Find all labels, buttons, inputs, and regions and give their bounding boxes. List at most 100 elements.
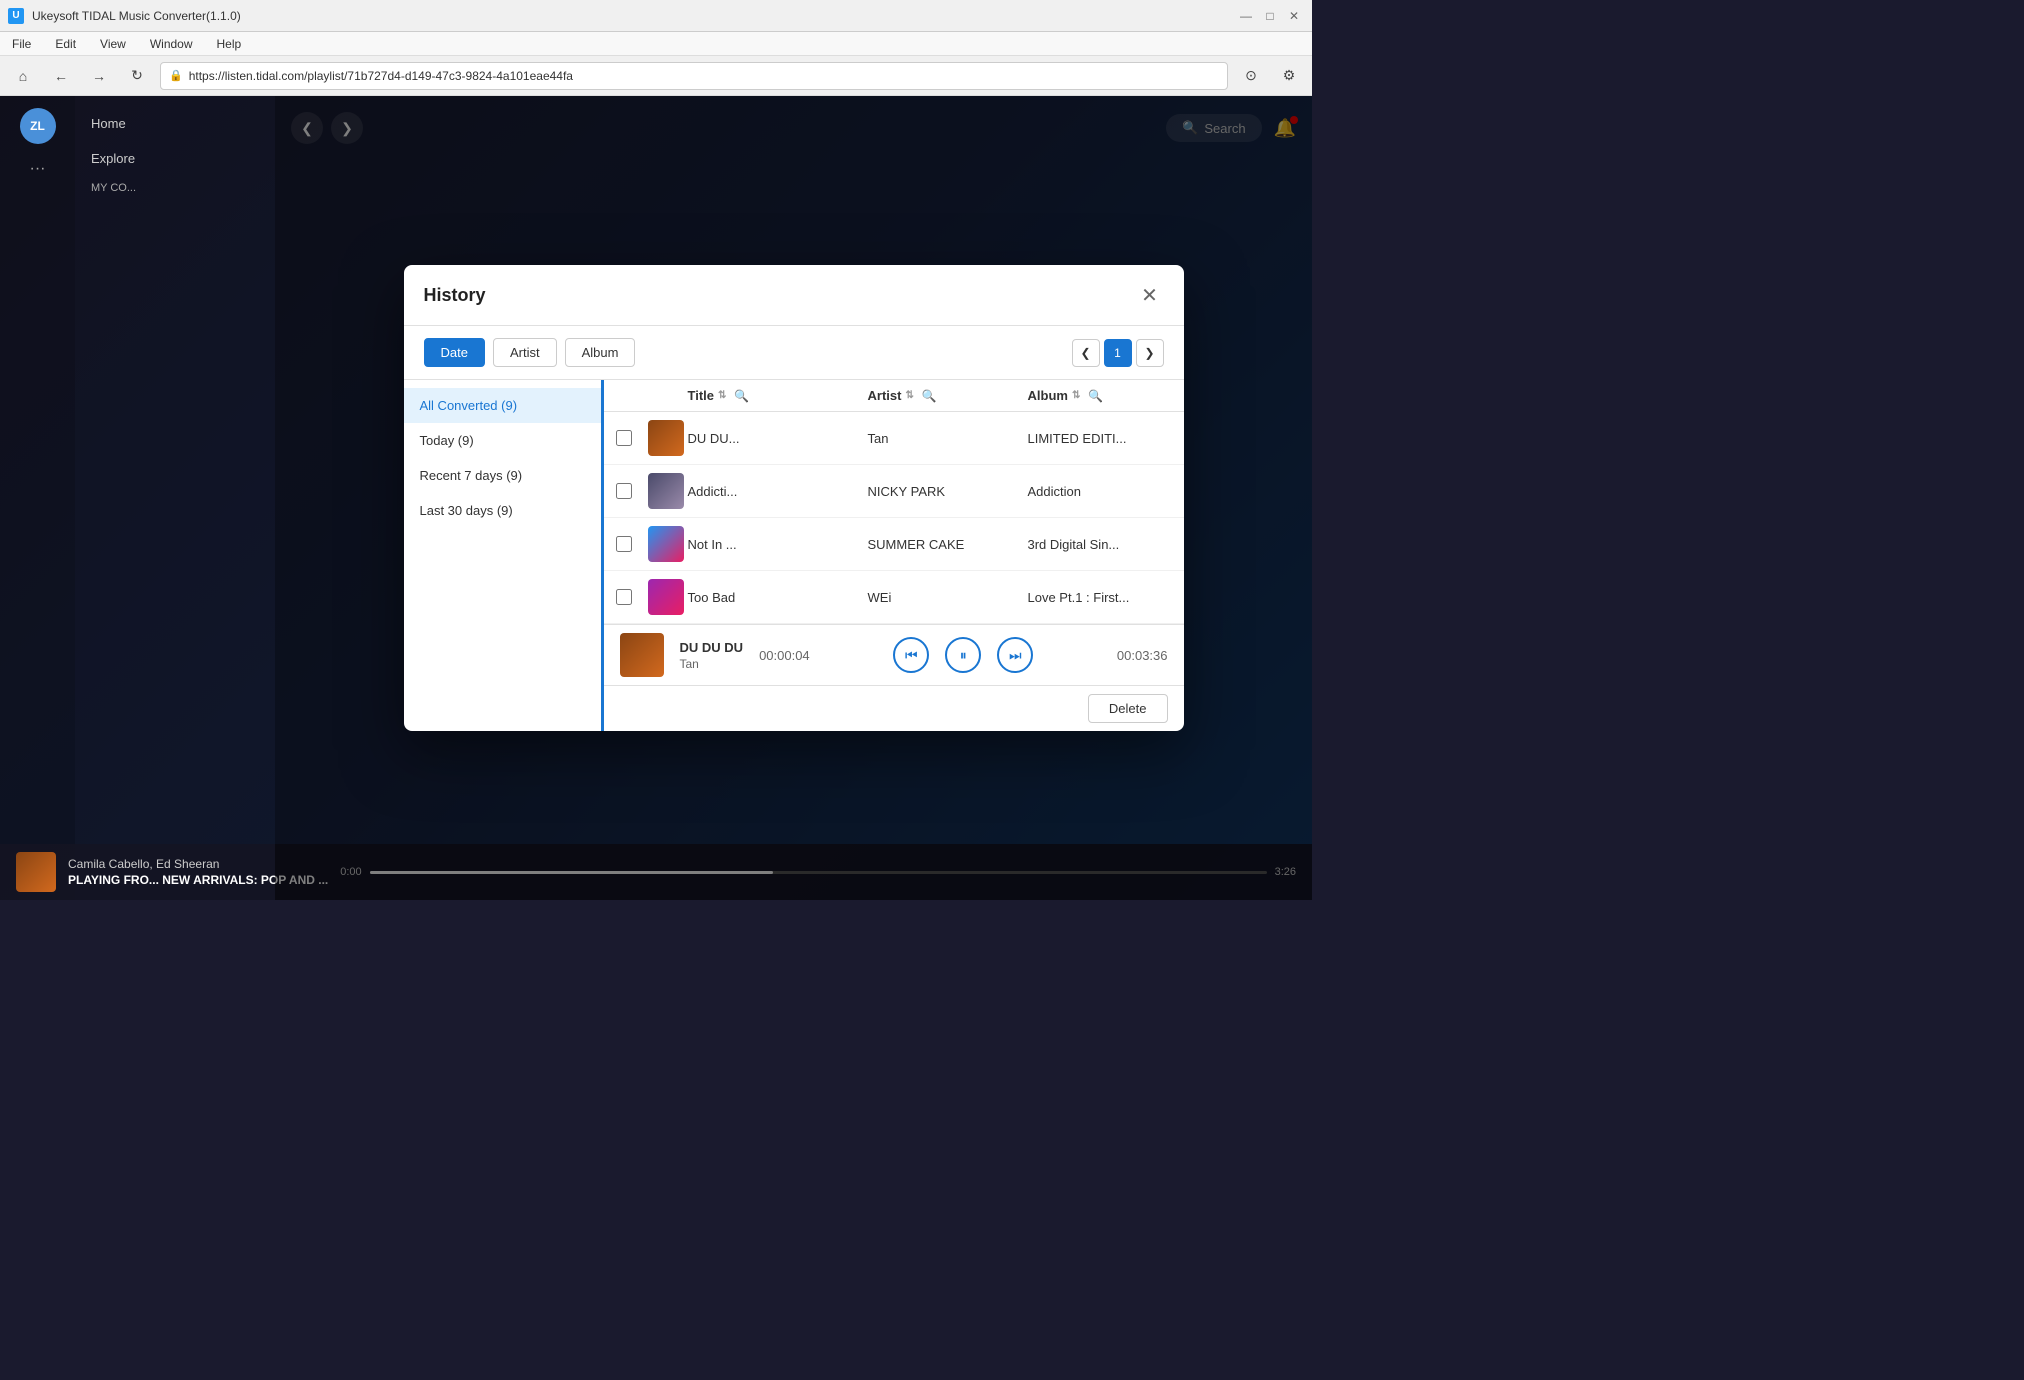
row-4-checkbox[interactable] <box>616 589 632 605</box>
row-4-title: Too Bad <box>688 590 868 605</box>
menu-help[interactable]: Help <box>213 35 246 53</box>
window-controls: — □ ✕ <box>1236 6 1304 26</box>
menu-window[interactable]: Window <box>146 35 197 53</box>
minimize-button[interactable]: — <box>1236 6 1256 26</box>
address-bar[interactable]: 🔒 https://listen.tidal.com/playlist/71b7… <box>160 62 1228 90</box>
modal-player-bar: DU DU DU Tan 00:00:04 ⏮ ⏸ ⏭ 00:03:36 <box>604 624 1184 685</box>
player-info: DU DU DU Tan <box>680 640 744 671</box>
row-3-title: Not In ... <box>688 537 868 552</box>
forward-button[interactable]: → <box>84 61 114 91</box>
lock-icon: 🔒 <box>169 69 183 82</box>
refresh-button[interactable]: ↻ <box>122 61 152 91</box>
player-controls: ⏮ ⏸ ⏭ <box>826 637 1101 673</box>
delete-all-button[interactable]: Delete <box>1088 694 1168 723</box>
tab-album[interactable]: Album <box>565 338 636 367</box>
row-1-title: DU DU... <box>688 431 868 446</box>
bottom-thumbnail <box>16 852 56 892</box>
row-3-album: 3rd Digital Sin... <box>1028 537 1184 552</box>
tab-artist[interactable]: Artist <box>493 338 557 367</box>
modal-header: History ✕ <box>404 265 1184 326</box>
player-next-button[interactable]: ⏭ <box>997 637 1033 673</box>
table-body: DU DU... Tan LIMITED EDITI... 00:03:37 ▐… <box>604 412 1184 624</box>
app-icon: U <box>8 8 24 24</box>
home-button[interactable]: ⌂ <box>8 61 38 91</box>
table-row: Not In ... SUMMER CAKE 3rd Digital Sin..… <box>604 518 1184 571</box>
artist-sort-icon[interactable]: ⇅ <box>905 390 913 401</box>
sidebar-more[interactable]: ··· <box>30 160 46 178</box>
toolbar: ⌂ ← → ↻ 🔒 https://listen.tidal.com/playl… <box>0 56 1312 96</box>
settings-button[interactable]: ⚙ <box>1274 61 1304 91</box>
album-search-icon[interactable]: 🔍 <box>1088 389 1103 403</box>
nav-last-30days[interactable]: Last 30 days (9) <box>404 493 601 528</box>
nav-recent-7days[interactable]: Recent 7 days (9) <box>404 458 601 493</box>
artist-search-icon[interactable]: 🔍 <box>922 389 937 403</box>
row-4-thumbnail <box>648 579 684 615</box>
nav-today[interactable]: Today (9) <box>404 423 601 458</box>
album-sort-icon[interactable]: ⇅ <box>1072 390 1080 401</box>
modal-close-button[interactable]: ✕ <box>1136 281 1164 309</box>
menubar: File Edit View Window Help <box>0 32 1312 56</box>
close-button[interactable]: ✕ <box>1284 6 1304 26</box>
left-nav: Home Explore MY CO... <box>75 96 275 900</box>
nav-my-collection: MY CO... <box>75 178 275 198</box>
nav-explore[interactable]: Explore <box>75 143 275 174</box>
row-2-thumbnail <box>648 473 684 509</box>
row-1-album: LIMITED EDITI... <box>1028 431 1184 446</box>
title-sort-icon[interactable]: ⇅ <box>718 390 726 401</box>
player-prev-button[interactable]: ⏮ <box>893 637 929 673</box>
main-content: ❮ ❯ 🔍 Search 🔔 <box>275 96 1312 900</box>
row-4-album: Love Pt.1 : First... <box>1028 590 1184 605</box>
modal-body: All Converted (9) Today (9) Recent 7 day… <box>404 380 1184 731</box>
titlebar: U Ukeysoft TIDAL Music Converter(1.1.0) … <box>0 0 1312 32</box>
menu-file[interactable]: File <box>8 35 35 53</box>
modal-footer: Delete <box>604 685 1184 731</box>
maximize-button[interactable]: □ <box>1260 6 1280 26</box>
col-artist: Artist ⇅ 🔍 <box>868 388 1028 403</box>
table-row: DU DU... Tan LIMITED EDITI... 00:03:37 ▐… <box>604 412 1184 465</box>
player-artist: Tan <box>680 657 744 671</box>
col-album: Album ⇅ 🔍 <box>1028 388 1184 403</box>
player-title: DU DU DU <box>680 640 744 655</box>
player-current-time: 00:00:04 <box>759 648 810 663</box>
pagination: ❮ 1 ❯ <box>1072 339 1164 367</box>
page-next-button[interactable]: ❯ <box>1136 339 1164 367</box>
modal-overlay: History ✕ Date Artist Album ❮ 1 ❯ <box>275 96 1312 900</box>
row-1-thumbnail <box>648 420 684 456</box>
modal-tabs: Date Artist Album ❮ 1 ❯ <box>404 326 1184 380</box>
menu-edit[interactable]: Edit <box>51 35 80 53</box>
modal-table-area: Title ⇅ 🔍 Artist ⇅ 🔍 A <box>604 380 1184 731</box>
col-title: Title ⇅ 🔍 <box>688 388 868 403</box>
modal-title: History <box>424 285 486 306</box>
sidebar: ZL ··· <box>0 96 75 900</box>
page-prev-button[interactable]: ❮ <box>1072 339 1100 367</box>
title-search-icon[interactable]: 🔍 <box>734 389 749 403</box>
player-pause-button[interactable]: ⏸ <box>945 637 981 673</box>
window-title: Ukeysoft TIDAL Music Converter(1.1.0) <box>32 9 1228 23</box>
nav-home[interactable]: Home <box>75 108 275 139</box>
url-text: https://listen.tidal.com/playlist/71b727… <box>189 69 1219 83</box>
row-1-checkbox[interactable] <box>616 430 632 446</box>
table-header: Title ⇅ 🔍 Artist ⇅ 🔍 A <box>604 380 1184 412</box>
player-thumbnail <box>620 633 664 677</box>
avatar: ZL <box>20 108 56 144</box>
table-row: Too Bad WEi Love Pt.1 : First... 00:03:1… <box>604 571 1184 624</box>
page-1-button[interactable]: 1 <box>1104 339 1132 367</box>
table-row: Addicti... NICKY PARK Addiction 00:03:13… <box>604 465 1184 518</box>
menu-view[interactable]: View <box>96 35 130 53</box>
row-2-checkbox[interactable] <box>616 483 632 499</box>
history-button[interactable]: ⊙ <box>1236 61 1266 91</box>
tab-date[interactable]: Date <box>424 338 485 367</box>
row-3-artist: SUMMER CAKE <box>868 537 1028 552</box>
row-1-artist: Tan <box>868 431 1028 446</box>
modal-sidebar-nav: All Converted (9) Today (9) Recent 7 day… <box>404 380 604 731</box>
row-4-artist: WEi <box>868 590 1028 605</box>
row-3-checkbox[interactable] <box>616 536 632 552</box>
app-background: ZL ··· Home Explore MY CO... ❮ ❯ 🔍 Searc… <box>0 96 1312 900</box>
back-button[interactable]: ← <box>46 61 76 91</box>
row-2-title: Addicti... <box>688 484 868 499</box>
row-2-artist: NICKY PARK <box>868 484 1028 499</box>
player-total-time: 00:03:36 <box>1117 648 1168 663</box>
history-modal: History ✕ Date Artist Album ❮ 1 ❯ <box>404 265 1184 731</box>
row-3-thumbnail <box>648 526 684 562</box>
nav-all-converted[interactable]: All Converted (9) <box>404 388 601 423</box>
